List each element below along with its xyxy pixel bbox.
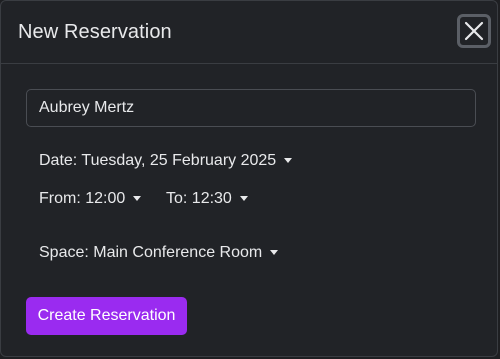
dialog-header: New Reservation [1, 1, 497, 64]
close-icon [464, 21, 484, 41]
date-dropdown-label: Date: Tuesday, 25 February 2025 [39, 152, 277, 169]
name-input[interactable] [26, 89, 476, 127]
caret-down-icon [270, 249, 279, 255]
dialog-title: New Reservation [18, 21, 172, 43]
to-time-label: To: 12:30 [166, 190, 232, 207]
space-dropdown-label: Space: Main Conference Room [39, 244, 263, 261]
date-dropdown[interactable]: Date: Tuesday, 25 February 2025 [39, 152, 293, 170]
new-reservation-dialog: New Reservation Date: Tuesday, 25 Februa… [0, 0, 498, 357]
to-time-dropdown[interactable]: To: 12:30 [166, 190, 248, 208]
from-time-label: From: 12:00 [39, 190, 126, 207]
space-dropdown[interactable]: Space: Main Conference Room [39, 244, 279, 262]
caret-down-icon [239, 195, 248, 201]
caret-down-icon [284, 157, 293, 163]
close-button[interactable] [457, 14, 491, 48]
from-time-dropdown[interactable]: From: 12:00 [39, 190, 142, 208]
create-reservation-button[interactable]: Create Reservation [26, 297, 187, 335]
caret-down-icon [133, 195, 142, 201]
